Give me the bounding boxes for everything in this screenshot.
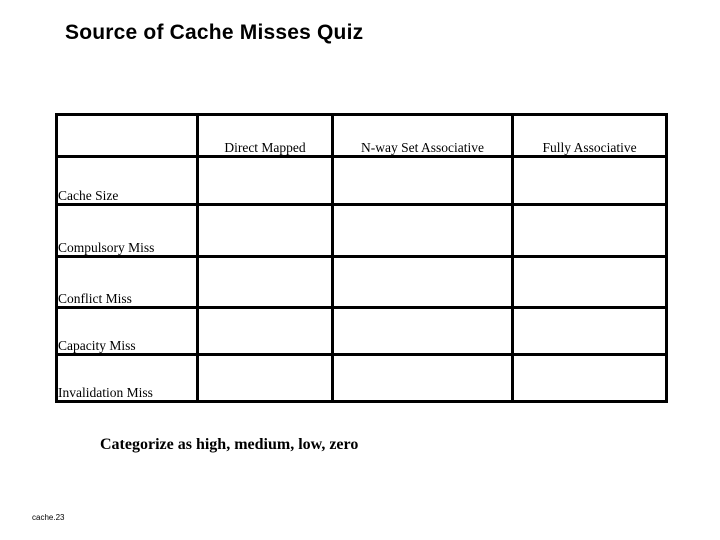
cell-capacity-miss-n-way-set-associative[interactable] (331, 306, 514, 356)
cell-invalidation-miss-n-way-set-associative[interactable] (331, 353, 514, 403)
row-label-compulsory-miss: Compulsory Miss (55, 203, 199, 258)
row-label-capacity-miss: Capacity Miss (55, 306, 199, 356)
cell-compulsory-miss-n-way-set-associative[interactable] (331, 203, 514, 258)
column-header-direct-mapped: Direct Mapped (196, 113, 334, 158)
cell-conflict-miss-n-way-set-associative[interactable] (331, 255, 514, 309)
row-label-invalidation-miss: Invalidation Miss (55, 353, 199, 403)
table-corner-cell (55, 113, 199, 158)
quiz-instruction-caption: Categorize as high, medium, low, zero (100, 436, 359, 453)
cell-capacity-miss-fully-associative[interactable] (511, 306, 668, 356)
cell-cache-size-direct-mapped[interactable] (196, 155, 334, 206)
cell-cache-size-fully-associative[interactable] (511, 155, 668, 206)
column-header-n-way-set-associative: N-way Set Associative (331, 113, 514, 158)
cell-invalidation-miss-fully-associative[interactable] (511, 353, 668, 403)
table-row: Capacity Miss (55, 306, 668, 356)
cell-conflict-miss-fully-associative[interactable] (511, 255, 668, 309)
cell-compulsory-miss-fully-associative[interactable] (511, 203, 668, 258)
slide-footer-label: cache.23 (32, 513, 65, 522)
slide-canvas: Source of Cache Misses Quiz Direct Mappe… (0, 0, 720, 540)
cache-misses-quiz-table: Direct Mapped N-way Set Associative Full… (55, 113, 668, 403)
column-header-fully-associative: Fully Associative (511, 113, 668, 158)
cell-cache-size-n-way-set-associative[interactable] (331, 155, 514, 206)
table-row: Invalidation Miss (55, 353, 668, 403)
page-title: Source of Cache Misses Quiz (65, 21, 364, 44)
cell-invalidation-miss-direct-mapped[interactable] (196, 353, 334, 403)
row-label-cache-size: Cache Size (55, 155, 199, 206)
table-row: Conflict Miss (55, 255, 668, 309)
table-header-row: Direct Mapped N-way Set Associative Full… (55, 113, 668, 158)
row-label-conflict-miss: Conflict Miss (55, 255, 199, 309)
table-row: Cache Size (55, 155, 668, 206)
cell-conflict-miss-direct-mapped[interactable] (196, 255, 334, 309)
cell-compulsory-miss-direct-mapped[interactable] (196, 203, 334, 258)
table-row: Compulsory Miss (55, 203, 668, 258)
cell-capacity-miss-direct-mapped[interactable] (196, 306, 334, 356)
